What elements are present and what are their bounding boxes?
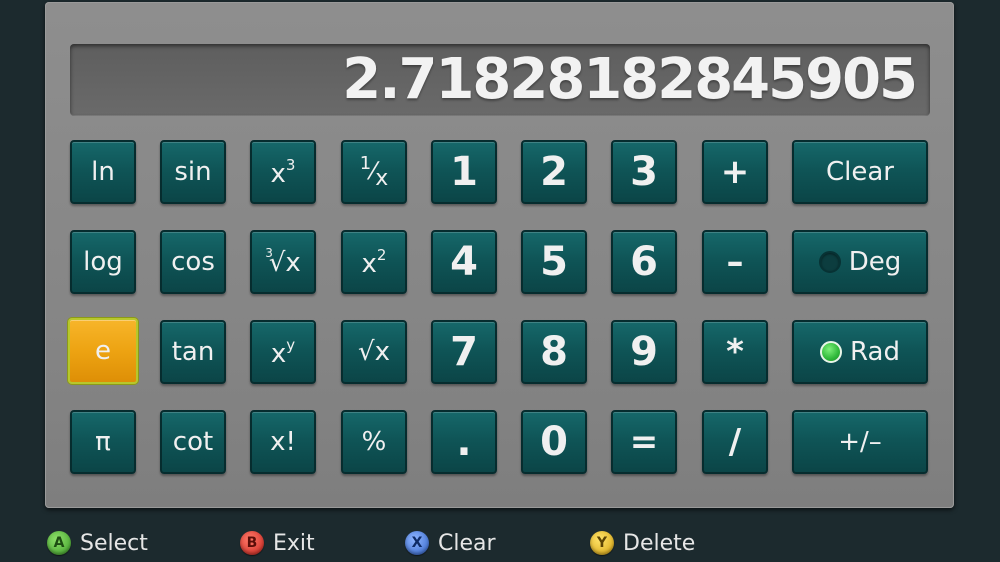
equals-label: = — [629, 422, 659, 462]
plus-key[interactable]: + — [702, 140, 768, 204]
reciprocal-denominator: x — [375, 166, 389, 191]
multiply-key[interactable]: * — [702, 320, 768, 384]
deg-key-label: Deg — [848, 247, 902, 277]
digit-1-key[interactable]: 1 — [431, 140, 497, 204]
sin-key[interactable]: sin — [160, 140, 226, 204]
pi-key[interactable]: π — [70, 410, 136, 474]
sqrt-key-label: √x — [358, 337, 390, 367]
equals-key[interactable]: = — [611, 410, 677, 474]
factorial-key-label: x! — [270, 427, 296, 457]
digit-8-label: 8 — [540, 329, 568, 375]
digit-9-key[interactable]: 9 — [611, 320, 677, 384]
rad-mode-key[interactable]: Rad — [792, 320, 928, 384]
digit-2-key[interactable]: 2 — [521, 140, 587, 204]
digit-6-key[interactable]: 6 — [611, 230, 677, 294]
cot-key[interactable]: cot — [160, 410, 226, 474]
cube-base: x — [270, 158, 286, 189]
percent-key-label: % — [361, 427, 387, 457]
digit-7-label: 7 — [450, 329, 478, 375]
square-key[interactable]: x2 — [341, 230, 407, 294]
tan-key-label: tan — [171, 337, 215, 367]
y-button-icon: Y — [590, 531, 614, 555]
power-exponent: y — [286, 335, 296, 354]
hint-clear-label: Clear — [438, 530, 496, 556]
minus-key[interactable]: – — [702, 230, 768, 294]
digit-3-label: 3 — [630, 149, 658, 195]
divide-label: / — [728, 422, 742, 462]
negate-key[interactable]: +/– — [792, 410, 928, 474]
rad-key-label: Rad — [850, 337, 900, 367]
result-display: 2.71828182845905 — [70, 44, 930, 116]
cube-exponent: 3 — [285, 155, 296, 174]
cube-root-symbol: √x — [268, 248, 301, 278]
percent-key[interactable]: % — [341, 410, 407, 474]
sin-key-label: sin — [174, 157, 212, 187]
factorial-key[interactable]: x! — [250, 410, 316, 474]
decimal-point-key[interactable]: . — [431, 410, 497, 474]
hint-delete: Y Delete — [590, 528, 695, 558]
minus-label: – — [726, 242, 744, 282]
reciprocal-key-label: 1⁄x — [359, 153, 389, 191]
digit-1-label: 1 — [450, 149, 478, 195]
cube-root-key[interactable]: 3√x — [250, 230, 316, 294]
digit-6-label: 6 — [630, 239, 658, 285]
ln-key-label: ln — [91, 157, 115, 187]
clear-key-label: Clear — [826, 157, 894, 187]
digit-4-key[interactable]: 4 — [431, 230, 497, 294]
digit-8-key[interactable]: 8 — [521, 320, 587, 384]
log-key-label: log — [83, 247, 123, 277]
square-key-label: x2 — [362, 246, 387, 279]
cot-key-label: cot — [172, 427, 214, 457]
digit-4-label: 4 — [450, 239, 478, 285]
ln-key[interactable]: ln — [70, 140, 136, 204]
x-button-icon: X — [405, 531, 429, 555]
hint-exit-label: Exit — [273, 530, 315, 556]
power-base: x — [270, 338, 287, 369]
multiply-label: * — [726, 332, 744, 372]
pi-key-label: π — [95, 427, 111, 457]
digit-7-key[interactable]: 7 — [431, 320, 497, 384]
digit-3-key[interactable]: 3 — [611, 140, 677, 204]
hint-select-label: Select — [80, 530, 148, 556]
sqrt-key[interactable]: √x — [341, 320, 407, 384]
digit-2-label: 2 — [540, 149, 568, 195]
hint-clear: X Clear — [405, 528, 496, 558]
power-key-label: xy — [271, 336, 295, 369]
square-exponent: 2 — [376, 245, 387, 264]
digit-5-key[interactable]: 5 — [521, 230, 587, 294]
a-button-icon: A — [47, 531, 71, 555]
decimal-point-label: . — [456, 419, 472, 465]
tan-key[interactable]: tan — [160, 320, 226, 384]
cube-key-label: x3 — [271, 156, 296, 189]
b-button-icon: B — [240, 531, 264, 555]
rad-radio-indicator — [820, 341, 843, 363]
divide-key[interactable]: / — [702, 410, 768, 474]
power-key[interactable]: xy — [250, 320, 316, 384]
calculator-panel: 2.71828182845905 ln sin x3 1⁄x 1 2 3 + C… — [45, 2, 954, 508]
e-key[interactable]: e — [68, 318, 138, 384]
digit-9-label: 9 — [630, 329, 658, 375]
e-key-label: e — [95, 336, 111, 366]
digit-0-label: 0 — [540, 419, 568, 465]
plus-label: + — [720, 152, 750, 192]
digit-0-key[interactable]: 0 — [521, 410, 587, 474]
reciprocal-numerator: 1 — [359, 153, 372, 174]
square-base: x — [361, 248, 377, 279]
digit-5-label: 5 — [540, 239, 568, 285]
log-key[interactable]: log — [70, 230, 136, 294]
deg-mode-key[interactable]: Deg — [792, 230, 928, 294]
cube-root-key-label: 3√x — [265, 246, 301, 278]
cos-key-label: cos — [171, 247, 215, 277]
negate-key-label: +/– — [838, 427, 882, 457]
cos-key[interactable]: cos — [160, 230, 226, 294]
reciprocal-key[interactable]: 1⁄x — [341, 140, 407, 204]
hint-exit: B Exit — [240, 528, 315, 558]
hint-delete-label: Delete — [623, 530, 696, 556]
hint-select: A Select — [47, 528, 148, 558]
deg-radio-indicator — [818, 251, 841, 273]
cube-key[interactable]: x3 — [250, 140, 316, 204]
clear-key[interactable]: Clear — [792, 140, 928, 204]
